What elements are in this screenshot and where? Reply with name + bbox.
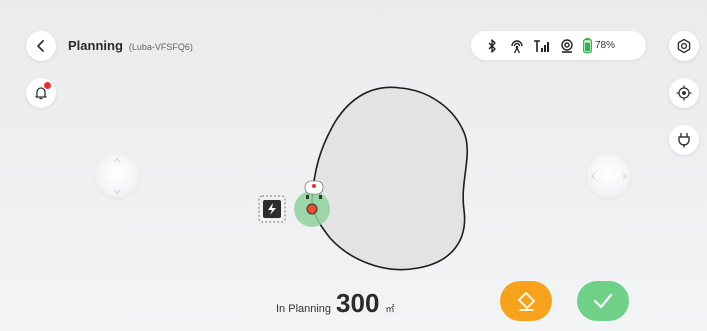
- planning-label: In Planning: [276, 303, 332, 315]
- battery-icon: [583, 38, 592, 53]
- joystick-arrows-icon: [113, 158, 121, 194]
- planning-screen: Planning (Luba-VFSFQ6) 78% In Planning 3…: [0, 0, 707, 331]
- notification-button[interactable]: [26, 78, 56, 108]
- battery-status: 78%: [583, 38, 615, 53]
- charging-station-icon: [258, 195, 286, 223]
- status-bar: 78%: [471, 31, 646, 60]
- back-button[interactable]: [26, 31, 56, 61]
- joystick-arrows-icon: [591, 172, 627, 180]
- confirm-button[interactable]: [577, 281, 629, 321]
- right-joystick[interactable]: [587, 154, 631, 198]
- gear-icon: [677, 38, 691, 54]
- left-joystick[interactable]: [95, 154, 139, 198]
- rtk-signal-icon: [506, 36, 528, 56]
- eraser-button[interactable]: [500, 281, 552, 321]
- crosshair-icon: [676, 85, 692, 101]
- settings-button[interactable]: [669, 31, 699, 61]
- cellular-signal-icon: [531, 36, 553, 56]
- plug-icon: [678, 133, 690, 148]
- charging-station-button[interactable]: [669, 125, 699, 155]
- planning-area-unit: ㎡: [385, 304, 395, 314]
- battery-percentage: 78%: [595, 40, 616, 51]
- planned-boundary: [311, 86, 469, 271]
- notification-badge: [44, 82, 51, 89]
- chevron-left-icon: [37, 40, 44, 52]
- camera-icon: [556, 36, 578, 56]
- bluetooth-icon: [481, 36, 503, 56]
- title-text: Planning: [68, 38, 123, 53]
- page-title: Planning (Luba-VFSFQ6): [68, 38, 193, 53]
- eraser-icon: [518, 292, 535, 311]
- device-name: (Luba-VFSFQ6): [128, 42, 193, 52]
- planning-area-value: 300: [336, 288, 380, 318]
- planning-area-status: In Planning 300 ㎡: [276, 288, 394, 319]
- checkmark-icon: [593, 293, 613, 309]
- locate-button[interactable]: [669, 78, 699, 108]
